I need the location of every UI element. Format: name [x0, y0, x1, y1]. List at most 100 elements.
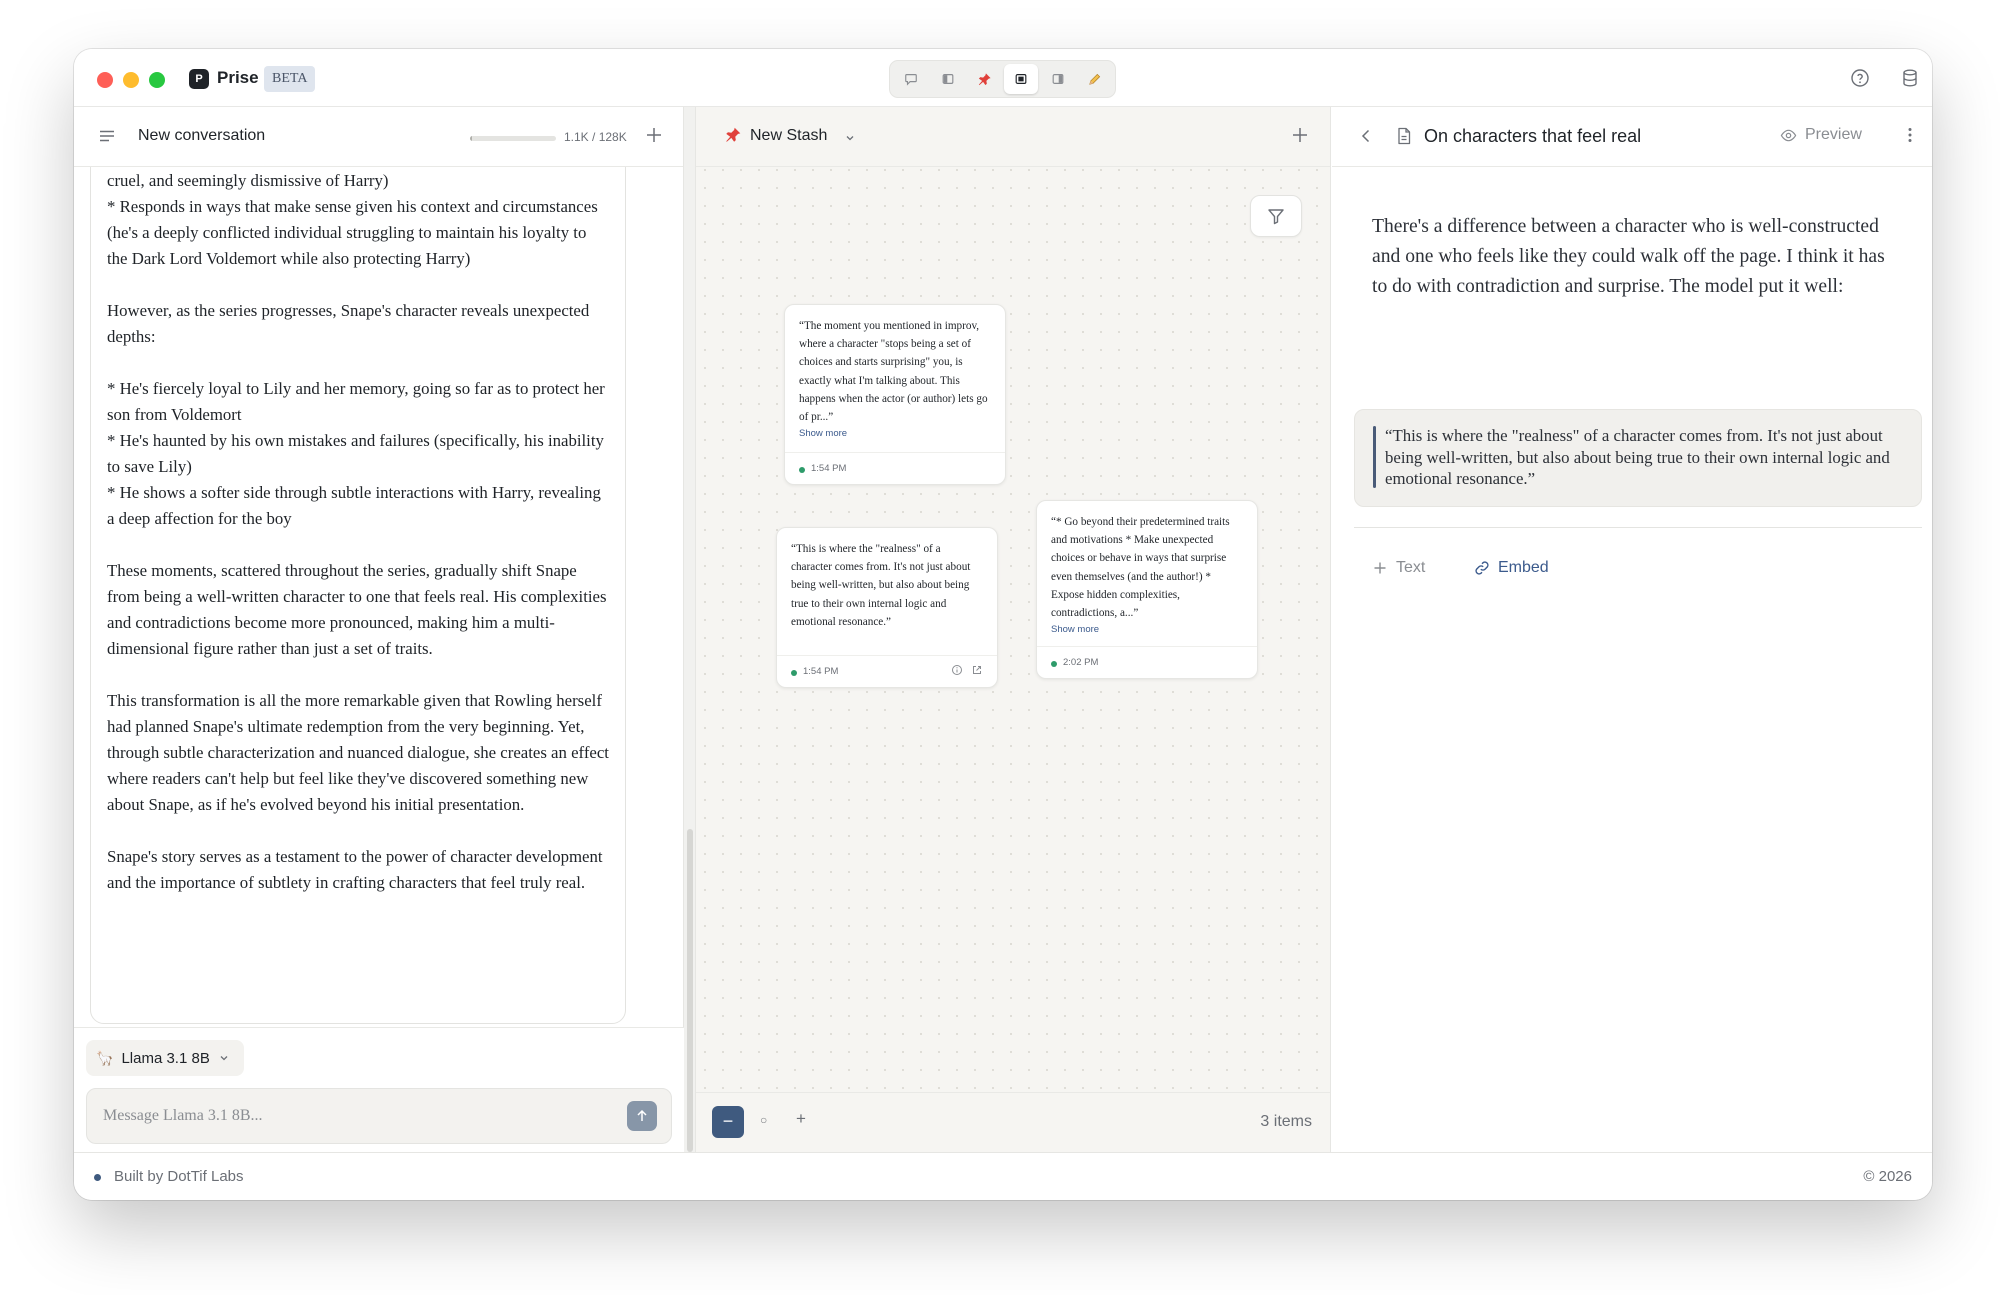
blockquote-text: “This is where the "realness" of a chara…	[1385, 426, 1890, 488]
add-stash-button[interactable]	[1290, 125, 1310, 150]
canvas-zoom-bar: − ○ + 3 items	[696, 1092, 1330, 1152]
zoom-reset-button[interactable]: ○	[760, 1113, 767, 1127]
stash-card-time: 2:02 PM	[1063, 657, 1099, 668]
document-title[interactable]: On characters that feel real	[1424, 126, 1641, 147]
stash-header: New Stash	[696, 107, 1330, 167]
stash-card-footer: 1:54 PM	[785, 452, 1005, 484]
message-paragraph: However, as the series progresses, Snape…	[107, 301, 590, 346]
message-input-box	[86, 1088, 672, 1144]
more-options-icon[interactable]	[1900, 125, 1920, 150]
chevron-down-icon[interactable]	[844, 131, 856, 149]
help-circle-icon[interactable]	[1848, 66, 1872, 90]
document-icon	[1394, 126, 1414, 151]
chat-scrollbar[interactable]	[684, 107, 696, 1152]
scrollbar-thumb[interactable]	[687, 829, 693, 1152]
back-button[interactable]	[1356, 126, 1376, 151]
add-text-button[interactable]: Text	[1372, 559, 1425, 577]
show-more-link[interactable]: Show more	[1051, 624, 1243, 635]
message-input[interactable]	[103, 1089, 603, 1143]
stash-card[interactable]: “This is where the "realness" of a chara…	[776, 527, 998, 688]
title-bar: P Prise BETA	[74, 49, 1932, 107]
stash-card-text: “* Go beyond their predetermined traits …	[1051, 516, 1230, 620]
stash-card[interactable]: “* Go beyond their predetermined traits …	[1036, 500, 1258, 679]
context-usage-bar	[470, 136, 556, 141]
message-paragraph: cruel, and seemingly dismissive of Harry…	[107, 171, 598, 268]
panel-left-icon[interactable]	[931, 64, 965, 94]
document-panel: On characters that feel real Preview The…	[1332, 107, 1932, 1152]
chevron-left-icon	[1361, 129, 1370, 143]
chat-scroll-area[interactable]: cruel, and seemingly dismissive of Harry…	[74, 167, 684, 1027]
message-paragraph: * He's fiercely loyal to Lily and her me…	[107, 379, 605, 528]
chat-panel: New conversation 1.1K / 128K cruel, and …	[74, 107, 684, 1152]
status-dot	[799, 467, 805, 473]
chevron-down-icon	[220, 1056, 228, 1061]
document-paragraph[interactable]: There's a difference between a character…	[1372, 212, 1902, 302]
stash-card[interactable]: “The moment you mentioned in improv, whe…	[784, 304, 1006, 485]
preview-button[interactable]: Preview	[1780, 126, 1862, 144]
zoom-out-button[interactable]: −	[712, 1106, 744, 1138]
minimize-window-button[interactable]	[123, 72, 139, 88]
stash-card-footer: 1:54 PM	[777, 655, 997, 687]
status-dot	[791, 670, 797, 676]
divider	[1354, 527, 1922, 528]
conversation-title[interactable]: New conversation	[138, 127, 265, 145]
copyright-text: © 2026	[1863, 1168, 1912, 1185]
items-count: 3 items	[1260, 1113, 1312, 1130]
stash-card-text: “The moment you mentioned in improv, whe…	[799, 320, 988, 424]
stash-card-text: “This is where the "realness" of a chara…	[791, 543, 971, 628]
credits-text[interactable]: Built by DotTif Labs	[114, 1168, 244, 1185]
add-embed-button[interactable]: Embed	[1474, 559, 1549, 577]
panel-right-icon[interactable]	[1041, 64, 1075, 94]
app-name: Prise	[217, 68, 259, 87]
stash-title[interactable]: New Stash	[750, 127, 827, 145]
zoom-in-button[interactable]: +	[796, 1109, 806, 1129]
maximize-window-button[interactable]	[149, 72, 165, 88]
message-paragraph: This transformation is all the more rema…	[107, 691, 609, 814]
stash-panel: New Stash “The moment you mentioned in i…	[696, 107, 1331, 1152]
close-window-button[interactable]	[97, 72, 113, 88]
send-button[interactable]	[627, 1101, 657, 1131]
document-blockquote[interactable]: “This is where the "realness" of a chara…	[1354, 409, 1922, 507]
add-embed-label: Embed	[1498, 559, 1549, 576]
stash-card-footer: 2:02 PM	[1037, 646, 1257, 678]
eye-icon	[1780, 129, 1797, 141]
external-link-icon[interactable]	[971, 664, 983, 676]
plus-icon	[1374, 562, 1386, 574]
stash-card-actions	[951, 664, 983, 676]
assistant-message: cruel, and seemingly dismissive of Harry…	[90, 167, 626, 1024]
view-toolbar	[889, 60, 1116, 98]
pin-icon[interactable]	[967, 64, 1001, 94]
model-selector[interactable]: 🦙 Llama 3.1 8B	[86, 1040, 244, 1076]
quote-bar	[1373, 426, 1376, 488]
show-more-link[interactable]: Show more	[799, 428, 991, 439]
document-header: On characters that feel real Preview	[1332, 107, 1932, 167]
chat-footer: 🦙 Llama 3.1 8B	[74, 1027, 684, 1152]
info-icon[interactable]	[951, 664, 963, 676]
preview-label: Preview	[1805, 126, 1862, 143]
new-conversation-button[interactable]	[644, 125, 664, 150]
status-dot	[94, 1174, 101, 1181]
llama-icon: 🦙	[96, 1049, 114, 1066]
context-usage-text: 1.1K / 128K	[564, 130, 627, 144]
filter-button[interactable]	[1250, 195, 1302, 237]
database-icon[interactable]	[1898, 66, 1922, 90]
beta-badge: BETA	[264, 66, 316, 92]
pin-icon	[724, 126, 742, 149]
menu-icon[interactable]	[98, 127, 116, 150]
message-paragraph: These moments, scattered throughout the …	[107, 561, 607, 658]
status-dot	[1051, 661, 1057, 667]
chat-header: New conversation 1.1K / 128K	[74, 107, 683, 167]
chat-bubble-icon[interactable]	[894, 64, 928, 94]
arrow-up-icon	[637, 1109, 647, 1121]
model-name: Llama 3.1 8B	[121, 1049, 210, 1067]
app-logo: P	[189, 69, 209, 89]
message-paragraph: Snape's story serves as a testament to t…	[107, 847, 603, 892]
stash-card-time: 1:54 PM	[803, 666, 839, 677]
pencil-icon[interactable]	[1077, 64, 1111, 94]
stash-card-time: 1:54 PM	[811, 463, 847, 474]
filter-icon	[1268, 209, 1284, 225]
status-bar: Built by DotTif Labs © 2026	[74, 1152, 1932, 1200]
panel-center-icon[interactable]	[1004, 64, 1038, 94]
add-text-label: Text	[1396, 559, 1426, 576]
app-window: P Prise BETA New conversation 1.1K / 128…	[74, 49, 1932, 1200]
